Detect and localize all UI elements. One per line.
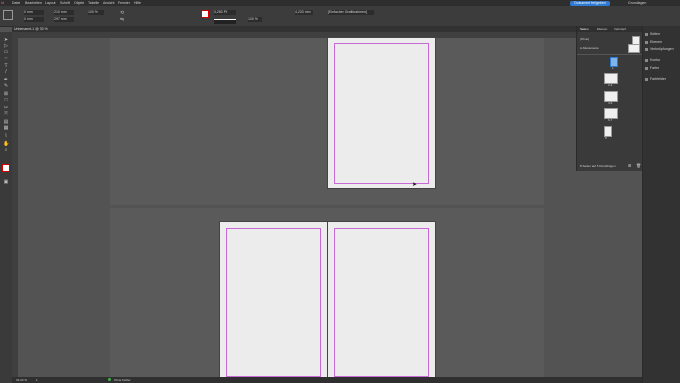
page-2[interactable] bbox=[220, 222, 327, 383]
page-label-4-5: 4-5 bbox=[608, 101, 613, 105]
zoom-level[interactable]: 33,33 % bbox=[16, 378, 27, 382]
pages-panel-tabs: Seiten Ebenen Verknüpf. bbox=[577, 26, 643, 32]
page-margin-guide bbox=[334, 228, 429, 377]
spread-2-area bbox=[110, 208, 544, 383]
page-label-8: 8 bbox=[605, 136, 607, 140]
stroke-icon bbox=[645, 58, 648, 62]
tab-pages[interactable]: Seiten bbox=[580, 27, 589, 31]
menu-item-tabelle[interactable]: Tabelle bbox=[88, 1, 99, 5]
reference-point-icon[interactable] bbox=[3, 10, 13, 20]
dock-item-links[interactable]: Verknüpfungen bbox=[645, 47, 674, 51]
page-number-field[interactable]: 1 bbox=[36, 378, 38, 382]
stroke-weight-field[interactable]: 0,283 Pt bbox=[214, 10, 236, 15]
color-icon bbox=[645, 66, 648, 70]
dock-item-stroke[interactable]: Kontur bbox=[645, 58, 660, 62]
gap-tool-icon[interactable]: ⇔ bbox=[3, 56, 9, 61]
menu-item-hilfe[interactable]: Hilfe bbox=[134, 1, 141, 5]
page-1[interactable] bbox=[328, 38, 435, 188]
x-position-field[interactable]: 0 mm bbox=[24, 10, 44, 15]
dock-item-pages[interactable]: Seiten bbox=[645, 32, 660, 36]
height-field[interactable]: 297 mm bbox=[54, 17, 74, 22]
menu-item-objekt[interactable]: Objekt bbox=[74, 1, 84, 5]
dock-item-layers[interactable]: Ebenen bbox=[645, 40, 662, 44]
cursor-icon: ➤ bbox=[412, 182, 418, 188]
object-style-field[interactable]: [Einfacher Grafikrahmen] bbox=[328, 10, 374, 15]
flip-icon[interactable]: ⇋ bbox=[120, 17, 124, 23]
pages-panel-footer: 8 Seiten auf 5 Druckbögen bbox=[580, 164, 616, 168]
master-spread-thumbnail[interactable] bbox=[628, 44, 640, 53]
delete-page-icon[interactable]: 🗑 bbox=[636, 163, 641, 168]
menu-item-ansicht[interactable]: Ansicht bbox=[103, 1, 114, 5]
tab-links[interactable]: Verknüpf. bbox=[614, 27, 627, 31]
pasteboard[interactable]: ➤ bbox=[18, 38, 576, 383]
menu-item-fenster[interactable]: Fenster bbox=[118, 1, 130, 5]
page-3[interactable] bbox=[328, 222, 435, 383]
screen-mode-icon[interactable]: ▣ bbox=[3, 180, 9, 185]
pages-divider[interactable] bbox=[577, 54, 643, 55]
pages-panel: Seiten Ebenen Verknüpf. [Ohne] A-Musters… bbox=[576, 26, 643, 171]
layers-icon bbox=[645, 40, 648, 44]
menu-item-layout[interactable]: Layout bbox=[45, 1, 56, 5]
dock-item-color[interactable]: Farbe bbox=[645, 66, 659, 70]
pages-icon bbox=[645, 32, 648, 36]
menu-item-datei[interactable]: Datei bbox=[12, 1, 20, 5]
spread-1-area bbox=[110, 38, 544, 205]
preflight-status-icon bbox=[108, 378, 111, 381]
swatches-icon bbox=[645, 77, 648, 81]
corner-size-field[interactable]: 4,233 mm bbox=[295, 10, 313, 15]
note-tool-icon[interactable]: ▦ bbox=[3, 126, 9, 131]
page-label-6-7: 6-7 bbox=[608, 118, 613, 122]
y-position-field[interactable]: 0 mm bbox=[24, 17, 44, 22]
scale-x-field[interactable]: 100 % bbox=[88, 10, 104, 15]
none-master-label[interactable]: [Ohne] bbox=[580, 37, 589, 41]
page-margin-guide bbox=[226, 228, 321, 377]
links-icon bbox=[645, 47, 648, 51]
page-margin-guide bbox=[334, 43, 429, 184]
control-panel: 0 mm 0 mm 210 mm 297 mm 100 % ⟲ ⇋ 0,283 … bbox=[0, 6, 680, 27]
master-a-label[interactable]: A-Musterseite bbox=[580, 46, 599, 50]
fill-stroke-swatch[interactable] bbox=[2, 164, 10, 172]
tab-layers[interactable]: Ebenen bbox=[597, 27, 607, 31]
transform-tool-icon[interactable]: ⤧ bbox=[3, 112, 9, 117]
menu-item-bearbeiten[interactable]: Bearbeiten bbox=[25, 1, 42, 5]
app-logo: Id bbox=[1, 1, 4, 5]
width-field[interactable]: 210 mm bbox=[54, 10, 74, 15]
preflight-status[interactable]: Ohne Fehler bbox=[114, 378, 131, 382]
new-page-icon[interactable]: ⊞ bbox=[628, 163, 631, 168]
rotate-icon[interactable]: ⟲ bbox=[120, 10, 124, 16]
line-tool-icon[interactable]: / bbox=[3, 70, 9, 75]
fill-swatch[interactable] bbox=[201, 10, 209, 18]
rectangle-tool-icon[interactable]: □ bbox=[3, 98, 9, 103]
status-bar: 33,33 % 1 Ohne Fehler bbox=[12, 377, 642, 383]
dock-item-swatches[interactable]: Farbfelder bbox=[645, 77, 666, 81]
page-label-1: 1 bbox=[612, 66, 614, 70]
pencil-tool-icon[interactable]: ✎ bbox=[3, 84, 9, 89]
document-tab[interactable]: Unbenannt-1 @ 33 % bbox=[14, 27, 48, 31]
stroke-style-field[interactable] bbox=[214, 19, 236, 24]
eyedropper-tool-icon[interactable]: ⌇ bbox=[3, 134, 9, 139]
menu-item-schrift[interactable]: Schrift bbox=[60, 1, 70, 5]
workspace-switcher[interactable]: Grundlagen bbox=[628, 1, 646, 5]
panel-dock: Seiten Ebenen Verknüpfungen Kontur Farbe… bbox=[642, 26, 680, 383]
zoom-tool-icon[interactable]: ⌕ bbox=[3, 148, 9, 153]
tint-field[interactable]: 100 % bbox=[248, 17, 262, 22]
page-label-2-3: 2-3 bbox=[608, 83, 613, 87]
